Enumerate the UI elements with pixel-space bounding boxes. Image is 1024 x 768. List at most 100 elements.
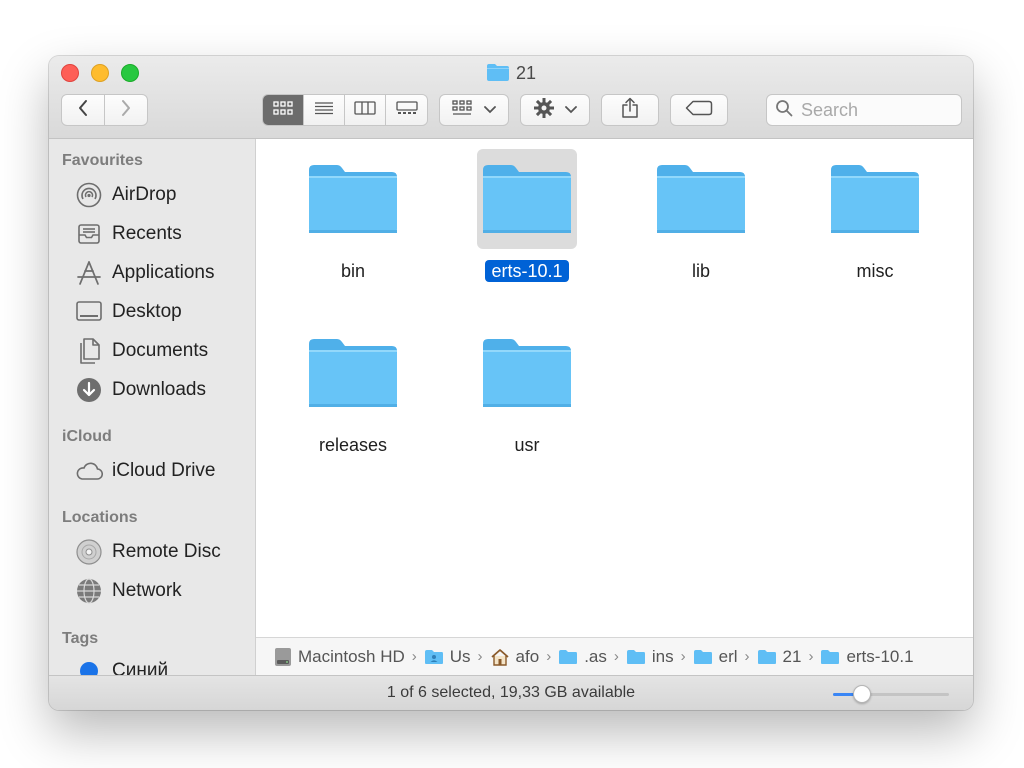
recents-icon [75, 220, 103, 248]
forward-button[interactable] [104, 94, 148, 126]
sidebar-item-applications[interactable]: Applications [75, 257, 214, 289]
sidebar-item-downloads[interactable]: Downloads [75, 374, 206, 406]
file-name: usr [514, 435, 540, 455]
sidebar-item-label: Documents [112, 340, 209, 361]
gallery-view-button[interactable] [386, 95, 427, 125]
search-input[interactable] [799, 98, 953, 122]
tag-icon [685, 100, 713, 121]
sidebar-item-tag-blue[interactable]: Синий [75, 655, 168, 675]
sidebar-item-label: Applications [112, 262, 215, 283]
sidebar-item-airdrop[interactable]: AirDrop [75, 179, 176, 211]
chevron-down-icon [565, 101, 577, 119]
status-bar: 1 of 6 selected, 19,33 GB available [49, 675, 973, 710]
folder-icon [626, 649, 646, 665]
folder-icon [651, 149, 751, 249]
file-name: misc [856, 261, 894, 281]
disc-icon [75, 538, 103, 566]
sidebar: Favourites AirDrop Recents Applications … [49, 139, 256, 675]
file-name: releases [318, 435, 388, 455]
slider-knob[interactable] [853, 685, 871, 703]
path-crumb-folder[interactable]: erl [693, 647, 738, 667]
sidebar-item-network[interactable]: Network [75, 575, 182, 607]
sidebar-heading-locations: Locations [62, 509, 138, 526]
list-view-button[interactable] [304, 95, 345, 125]
folder-icon [820, 649, 840, 665]
cloud-icon [75, 457, 103, 485]
tags-button[interactable] [670, 94, 728, 126]
folder-icon [757, 649, 777, 665]
downloads-icon [75, 376, 103, 404]
folder-icon [486, 63, 510, 87]
share-button[interactable] [601, 94, 659, 126]
path-crumb-folder[interactable]: ins [626, 647, 674, 667]
documents-icon [75, 337, 103, 365]
file-item[interactable]: usr [467, 319, 587, 459]
gallery-icon [395, 100, 418, 120]
search-icon [775, 99, 793, 122]
path-separator: › [680, 648, 686, 665]
desktop-icon [75, 298, 103, 326]
path-crumb-current[interactable]: erts-10.1 [820, 647, 914, 667]
columns-icon [354, 100, 376, 120]
sidebar-item-recents[interactable]: Recents [75, 218, 182, 250]
sidebar-item-remote-disc[interactable]: Remote Disc [75, 536, 221, 568]
file-name: erts-10.1 [467, 260, 587, 282]
path-crumb-users[interactable]: Us [424, 647, 471, 667]
file-item[interactable]: lib [641, 145, 761, 285]
user-folder-icon [424, 649, 444, 665]
path-separator: › [613, 648, 619, 665]
icon-size-slider[interactable] [833, 685, 949, 703]
sidebar-item-label: Network [112, 580, 182, 601]
chevron-left-icon [77, 99, 89, 122]
folder-icon [303, 323, 403, 423]
folder-icon [825, 149, 925, 249]
group-by-button[interactable] [439, 94, 509, 126]
path-crumb-folder[interactable]: .as [558, 647, 607, 667]
column-view-button[interactable] [345, 95, 386, 125]
applications-icon [75, 259, 103, 287]
list-icon [314, 101, 334, 120]
file-name: bin [340, 261, 366, 281]
sidebar-item-icloud-drive[interactable]: iCloud Drive [75, 455, 215, 487]
path-crumb-home[interactable]: afo [490, 647, 539, 667]
chevron-down-icon [484, 101, 496, 119]
file-item[interactable]: releases [293, 319, 413, 459]
file-browser: bin erts-10.1 lib misc releases usr [256, 139, 973, 637]
sidebar-heading-favourites: Favourites [62, 152, 143, 169]
sidebar-item-documents[interactable]: Documents [75, 335, 208, 367]
path-separator: › [808, 648, 814, 665]
file-item[interactable]: bin [293, 145, 413, 285]
folder-icon [558, 649, 578, 665]
sidebar-item-label: AirDrop [112, 184, 177, 205]
file-item[interactable]: misc [815, 145, 935, 285]
airdrop-icon [75, 181, 103, 209]
path-separator: › [546, 648, 552, 665]
action-menu-button[interactable] [520, 94, 590, 126]
sidebar-item-label: Синий [112, 660, 169, 675]
toolbar: 21 [49, 56, 973, 139]
folder-icon [303, 149, 403, 249]
sidebar-item-desktop[interactable]: Desktop [75, 296, 182, 328]
folder-icon [693, 649, 713, 665]
sidebar-item-label: Downloads [112, 379, 206, 400]
grid-icon [273, 100, 293, 120]
path-crumb-macintosh-hd[interactable]: Macintosh HD [274, 647, 405, 667]
file-item-selected[interactable]: erts-10.1 [467, 145, 587, 285]
path-bar: Macintosh HD › Us › afo › .as › ins › er… [256, 637, 973, 675]
back-button[interactable] [61, 94, 105, 126]
window-title: 21 [49, 62, 973, 84]
path-crumb-folder[interactable]: 21 [757, 647, 801, 667]
home-icon [490, 648, 510, 666]
sidebar-item-label: Remote Disc [112, 541, 221, 562]
hard-drive-icon [274, 647, 292, 667]
icon-view-button[interactable] [263, 95, 304, 125]
share-icon [621, 97, 639, 124]
file-name: lib [691, 261, 710, 281]
path-separator: › [744, 648, 750, 665]
chevron-right-icon [120, 99, 132, 122]
globe-icon [75, 577, 103, 605]
search-field[interactable] [766, 94, 962, 126]
tag-dot-icon [75, 657, 103, 675]
gear-icon [533, 97, 555, 124]
folder-icon [477, 149, 577, 249]
